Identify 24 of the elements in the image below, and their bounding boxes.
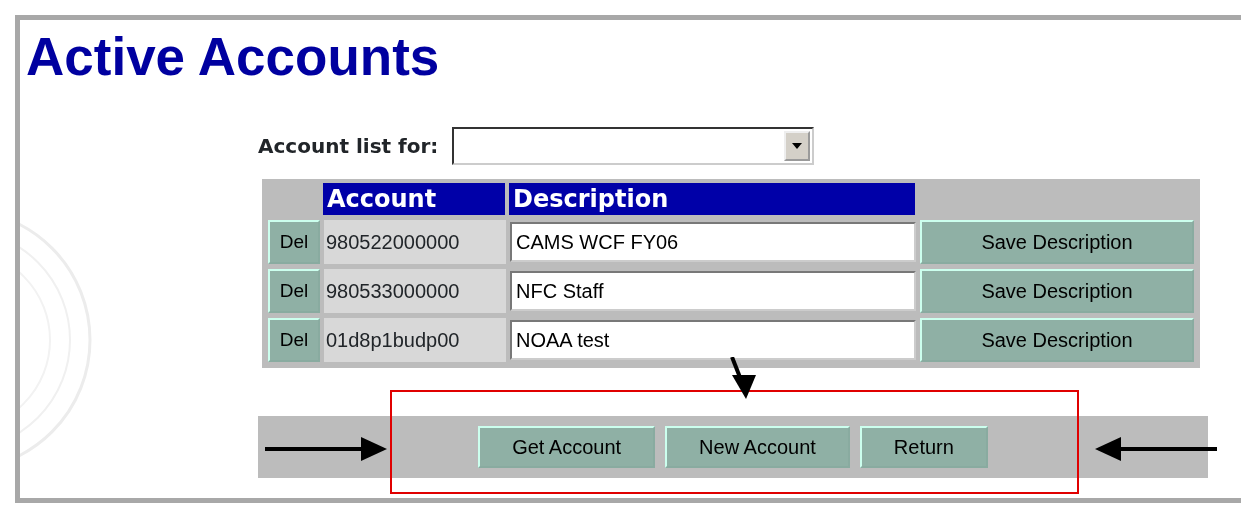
delete-button[interactable]: Del — [268, 220, 320, 264]
page-title: Active Accounts — [26, 30, 441, 83]
delete-button[interactable]: Del — [268, 318, 320, 362]
column-header: Account — [323, 183, 505, 215]
delete-button[interactable]: Del — [268, 269, 320, 313]
table-cell: 01d8p1budp00 — [324, 318, 506, 362]
save-button[interactable]: Save Description — [920, 269, 1194, 313]
description-field[interactable]: CAMS WCF FY06 — [510, 222, 916, 262]
column-header: Description — [509, 183, 915, 215]
description-field[interactable]: NFC Staff — [510, 271, 916, 311]
save-button[interactable]: Save Description — [920, 318, 1194, 362]
down-arrow-icon — [728, 357, 758, 399]
description-field[interactable]: NOAA test — [510, 320, 916, 360]
action-button[interactable]: Return — [859, 426, 988, 468]
right-arrow-icon — [265, 436, 387, 462]
left-arrow-icon — [1095, 436, 1217, 462]
dropdown-arrow-icon — [791, 142, 804, 150]
account-dropdown[interactable] — [452, 127, 815, 165]
field-label: Account list for: — [258, 133, 439, 160]
table-cell: 980533000000 — [324, 269, 506, 313]
action-button[interactable]: New Account — [665, 426, 850, 468]
action-button[interactable]: Get Account — [478, 426, 656, 468]
save-button[interactable]: Save Description — [920, 220, 1194, 264]
table-cell: 980522000000 — [324, 220, 506, 264]
